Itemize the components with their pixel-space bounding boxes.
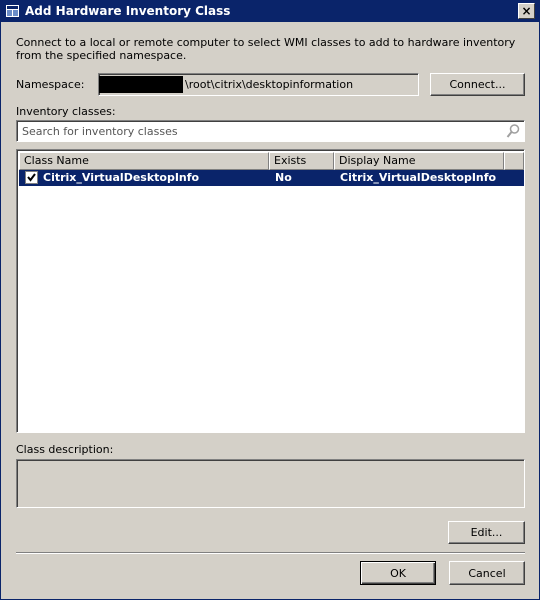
- row-class-name: Citrix_VirtualDesktopInfo: [43, 171, 200, 184]
- search-box: [16, 120, 525, 142]
- class-description-label: Class description:: [16, 443, 114, 456]
- intro-text: Connect to a local or remote computer to…: [16, 36, 516, 62]
- edit-button[interactable]: Edit...: [448, 521, 525, 544]
- column-header-class-name[interactable]: Class Name: [19, 152, 269, 170]
- redacted-block: [99, 76, 183, 93]
- namespace-field: \root\citrix\desktopinformation: [98, 73, 419, 96]
- column-header-exists[interactable]: Exists: [269, 152, 334, 170]
- list-header: Class Name Exists Display Name: [19, 152, 524, 170]
- column-header-filler: [504, 152, 524, 170]
- row-exists: No: [275, 171, 292, 184]
- checkmark-icon: [27, 173, 36, 182]
- title-bar[interactable]: Add Hardware Inventory Class ×: [1, 1, 539, 22]
- column-header-display-name[interactable]: Display Name: [334, 152, 504, 170]
- close-button[interactable]: ×: [518, 3, 535, 19]
- row-checkbox[interactable]: [25, 171, 38, 184]
- table-row[interactable]: Citrix_VirtualDesktopInfo No Citrix_Virt…: [19, 170, 524, 186]
- row-display-name: Citrix_VirtualDesktopInfo: [340, 171, 497, 184]
- connect-button[interactable]: Connect...: [430, 73, 525, 96]
- namespace-value: \root\citrix\desktopinformation: [185, 78, 354, 91]
- inventory-classes-list[interactable]: Class Name Exists Display Name Citrix_Vi…: [16, 149, 525, 433]
- dialog-icon: [5, 4, 20, 18]
- ok-button[interactable]: OK: [360, 561, 436, 585]
- search-input[interactable]: [20, 123, 500, 139]
- namespace-label: Namespace:: [16, 78, 85, 91]
- class-description-box: [16, 459, 525, 508]
- window-title: Add Hardware Inventory Class: [25, 4, 231, 18]
- separator: [16, 552, 525, 554]
- cancel-button[interactable]: Cancel: [449, 561, 525, 585]
- dialog-window: Add Hardware Inventory Class × Connect t…: [0, 0, 540, 600]
- inventory-classes-label: Inventory classes:: [16, 105, 116, 118]
- magnifier-icon[interactable]: [506, 123, 520, 142]
